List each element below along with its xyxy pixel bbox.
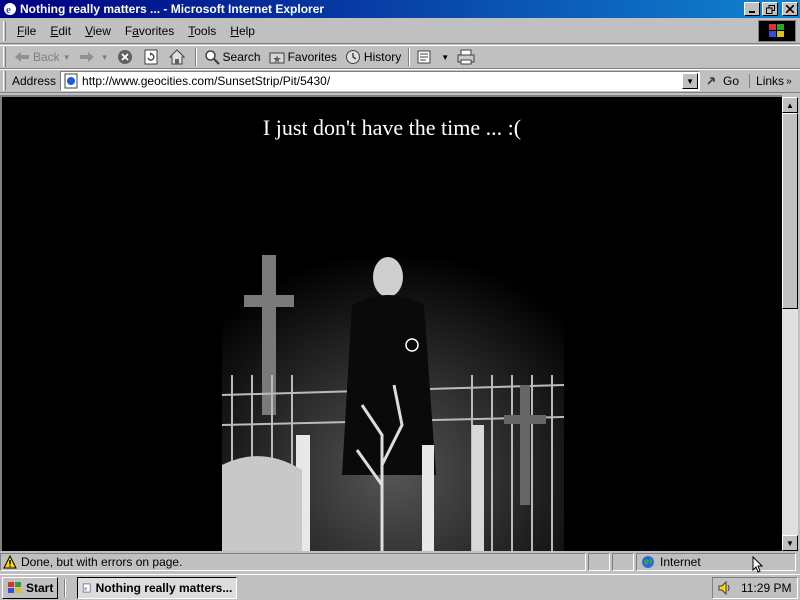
menu-favorites[interactable]: Favorites [118,24,181,38]
menu-edit[interactable]: Edit [43,24,78,38]
status-zone-cell: Internet [636,553,796,571]
menu-bar: File Edit View Favorites Tools Help [0,18,800,44]
mail-dropdown-icon[interactable]: ▼ [441,53,449,62]
history-icon [345,50,360,64]
back-arrow-icon [15,52,29,62]
scroll-thumb[interactable] [782,113,798,309]
clock[interactable]: 11:29 PM [741,581,791,595]
scroll-down-button[interactable]: ▼ [782,535,798,551]
address-bar: Address http://www.geocities.com/SunsetS… [0,69,800,93]
start-button[interactable]: Start [2,576,59,599]
favorites-button[interactable]: Favorites [265,46,341,68]
start-label: Start [26,580,54,595]
go-label: Go [723,74,740,88]
vertical-scrollbar[interactable]: ▲ ▼ [782,97,798,551]
window-title: Nothing really matters ... - Microsoft I… [20,2,325,16]
menu-tools[interactable]: Tools [181,24,223,38]
warning-icon [3,555,17,569]
links-chevron-icon[interactable]: » [786,76,792,87]
svg-text:e: e [6,4,11,16]
status-secure-cell [612,553,634,571]
taskbar-separator [64,578,67,597]
forward-arrow-icon [79,52,94,62]
print-icon [457,49,475,65]
internet-globe-icon [642,556,654,568]
search-icon [204,50,220,65]
go-button[interactable]: Go [706,74,739,88]
menu-file[interactable]: File [10,24,43,38]
address-input[interactable]: http://www.geocities.com/SunsetStrip/Pit… [60,71,701,91]
standard-toolbar: Back ▼ ▼ Search Favorites History ▼ [0,45,800,69]
scroll-down-icon: ▼ [786,538,794,548]
windows-flag-icon [8,581,21,593]
page-content[interactable]: I just don't have the time ... :( [0,95,782,551]
chevron-down-icon: ▼ [686,76,694,86]
forward-button[interactable]: ▼ [75,46,113,68]
history-button[interactable]: History [341,46,405,68]
back-button[interactable]: Back ▼ [10,46,75,68]
system-tray: 11:29 PM [712,577,798,599]
print-button[interactable] [453,46,482,68]
favorites-folder-icon [269,52,285,64]
restore-button[interactable] [762,2,778,16]
history-label: History [363,50,402,64]
graveyard-photo-illustration [222,235,564,551]
mouse-cursor-icon [752,556,764,573]
toolbar-separator [194,48,197,66]
back-label: Back [33,50,60,64]
toolbar-grip[interactable] [3,47,6,67]
close-button[interactable] [782,2,798,16]
status-progress-cell [588,553,610,571]
windows-logo-icon [769,24,784,37]
taskbar: Start e Nothing really matters... 11:29 … [0,574,800,600]
search-label: Search [222,50,261,64]
menu-help[interactable]: Help [223,24,262,38]
taskbar-ie-label: Nothing really matters... [95,580,233,595]
refresh-icon [144,49,158,65]
gothic-graveyard-photo [222,235,564,551]
scroll-up-icon: ▲ [786,100,794,110]
home-button[interactable] [165,46,192,68]
search-button[interactable]: Search [200,46,265,68]
taskbar-ie-window[interactable]: e Nothing really matters... [77,576,238,599]
address-grip[interactable] [3,71,6,91]
minimize-button[interactable] [744,2,760,16]
back-dropdown-icon[interactable]: ▼ [63,53,71,62]
menu-grip[interactable] [3,20,6,41]
status-bar: Done, but with errors on page. Internet [0,552,800,572]
restore-icon [765,4,775,14]
toolbar-separator [408,48,411,66]
refresh-button[interactable] [140,46,165,68]
svg-text:e: e [85,586,88,592]
menu-view[interactable]: View [78,24,118,38]
status-message-cell[interactable]: Done, but with errors on page. [0,553,586,571]
ie-page-icon: e [83,583,91,592]
ie-logo-icon: e [4,3,16,16]
address-dropdown-button[interactable]: ▼ [682,73,699,89]
close-icon [786,5,794,13]
favorites-label: Favorites [287,50,337,64]
security-zone: Internet [660,555,701,569]
address-url: http://www.geocities.com/SunsetStrip/Pit… [82,74,331,88]
forward-dropdown-icon[interactable]: ▼ [101,53,109,62]
speaker-icon[interactable] [717,580,733,596]
mail-icon [417,50,431,64]
stop-icon [117,50,132,64]
status-message: Done, but with errors on page. [21,555,183,569]
mail-button[interactable]: ▼ [413,46,453,68]
links-button[interactable]: Links [749,74,784,88]
windows-logo-throbber [758,20,796,42]
page-heading: I just don't have the time ... :( [262,115,522,140]
title-bar[interactable]: e Nothing really matters ... - Microsoft… [0,0,800,18]
scroll-up-button[interactable]: ▲ [782,97,798,113]
page-icon [64,73,78,89]
stop-button[interactable] [113,46,140,68]
home-icon [168,49,185,65]
minimize-icon [749,11,755,13]
address-label: Address [12,74,57,88]
go-arrow-icon [707,77,715,85]
